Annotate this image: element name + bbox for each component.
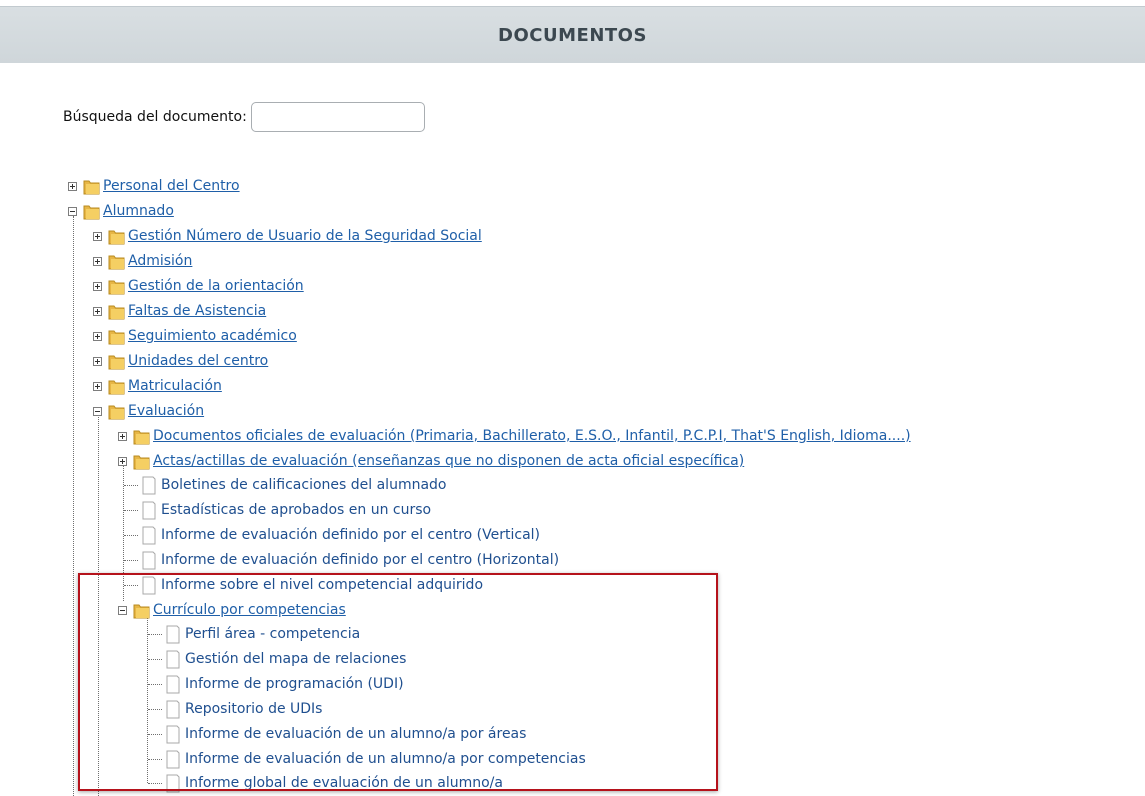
- tree-link-personal[interactable]: Personal del Centro: [103, 178, 240, 194]
- tree-node-personal[interactable]: Personal del Centro: [68, 174, 240, 198]
- tree-guide-line: [73, 216, 74, 796]
- tree-link-evaluacion[interactable]: Evaluación: [128, 403, 204, 419]
- highlight-box: [78, 573, 718, 791]
- expand-plus-icon[interactable]: [93, 256, 102, 266]
- folder-icon: [83, 205, 100, 220]
- tree-link-unidades[interactable]: Unidades del centro: [128, 353, 268, 369]
- expand-plus-icon[interactable]: [93, 306, 102, 316]
- tree-item-informe-vertical[interactable]: Informe de evaluación definido por el ce…: [161, 527, 540, 543]
- tree-leaf-informe-vertical[interactable]: Informe de evaluación definido por el ce…: [140, 523, 540, 547]
- tree-link-actas[interactable]: Actas/actillas de evaluación (enseñanzas…: [153, 453, 744, 469]
- collapse-minus-icon[interactable]: [68, 206, 77, 216]
- document-icon: [142, 526, 156, 544]
- tree-item-informe-horizontal[interactable]: Informe de evaluación definido por el ce…: [161, 552, 559, 568]
- tree-node-docs-oficiales[interactable]: Documentos oficiales de evaluación (Prim…: [118, 424, 911, 448]
- expand-plus-icon[interactable]: [93, 281, 102, 291]
- tree-leaf-boletines[interactable]: Boletines de calificaciones del alumnado: [140, 473, 447, 497]
- tree-node-alumnado[interactable]: Alumnado: [68, 199, 174, 223]
- tree-connector: [124, 535, 138, 536]
- expand-plus-icon[interactable]: [93, 331, 102, 341]
- tree-leaf-estadisticas[interactable]: Estadísticas de aprobados en un curso: [140, 498, 431, 522]
- tree-connector: [124, 485, 138, 486]
- tree-node-evaluacion[interactable]: Evaluación: [93, 399, 204, 423]
- expand-plus-icon[interactable]: [93, 381, 102, 391]
- folder-icon: [108, 405, 125, 420]
- tree-link-matriculacion[interactable]: Matriculación: [128, 378, 222, 394]
- tree-node-gestion-nuss[interactable]: Gestión Número de Usuario de la Segurida…: [93, 224, 482, 248]
- expand-plus-icon[interactable]: [93, 231, 102, 241]
- tree-link-seguimiento[interactable]: Seguimiento académico: [128, 328, 297, 344]
- expand-plus-icon[interactable]: [118, 431, 127, 441]
- tree-link-docs-oficiales[interactable]: Documentos oficiales de evaluación (Prim…: [153, 428, 911, 444]
- folder-icon: [108, 230, 125, 245]
- folder-icon: [108, 255, 125, 270]
- tree-link-admision[interactable]: Admisión: [128, 253, 192, 269]
- tree-link-orientacion[interactable]: Gestión de la orientación: [128, 278, 304, 294]
- tree-node-admision[interactable]: Admisión: [93, 249, 192, 273]
- folder-icon: [108, 305, 125, 320]
- collapse-minus-icon[interactable]: [93, 406, 102, 416]
- folder-icon: [108, 355, 125, 370]
- tree-node-seguimiento[interactable]: Seguimiento académico: [93, 324, 297, 348]
- tree-link-alumnado[interactable]: Alumnado: [103, 203, 174, 219]
- folder-icon: [133, 455, 150, 470]
- tree-item-boletines[interactable]: Boletines de calificaciones del alumnado: [161, 477, 447, 493]
- expand-plus-icon[interactable]: [93, 356, 102, 366]
- document-icon: [142, 476, 156, 494]
- tree-leaf-informe-horizontal[interactable]: Informe de evaluación definido por el ce…: [140, 548, 559, 572]
- tree-item-estadisticas[interactable]: Estadísticas de aprobados en un curso: [161, 502, 431, 518]
- tree-node-orientacion[interactable]: Gestión de la orientación: [93, 274, 304, 298]
- folder-icon: [133, 430, 150, 445]
- folder-icon: [108, 280, 125, 295]
- folder-icon: [108, 380, 125, 395]
- expand-plus-icon[interactable]: [68, 181, 77, 191]
- folder-icon: [83, 180, 100, 195]
- tree-node-actas[interactable]: Actas/actillas de evaluación (enseñanzas…: [118, 449, 744, 473]
- tree-node-unidades[interactable]: Unidades del centro: [93, 349, 268, 373]
- tree-node-matriculacion[interactable]: Matriculación: [93, 374, 222, 398]
- folder-icon: [108, 330, 125, 345]
- expand-plus-icon[interactable]: [118, 456, 127, 466]
- tree-node-faltas[interactable]: Faltas de Asistencia: [93, 299, 266, 323]
- tree-link-gestion-nuss[interactable]: Gestión Número de Usuario de la Segurida…: [128, 228, 482, 244]
- tree-connector: [124, 510, 138, 511]
- document-icon: [142, 501, 156, 519]
- tree-link-faltas[interactable]: Faltas de Asistencia: [128, 303, 266, 319]
- tree-connector: [124, 560, 138, 561]
- document-icon: [142, 551, 156, 569]
